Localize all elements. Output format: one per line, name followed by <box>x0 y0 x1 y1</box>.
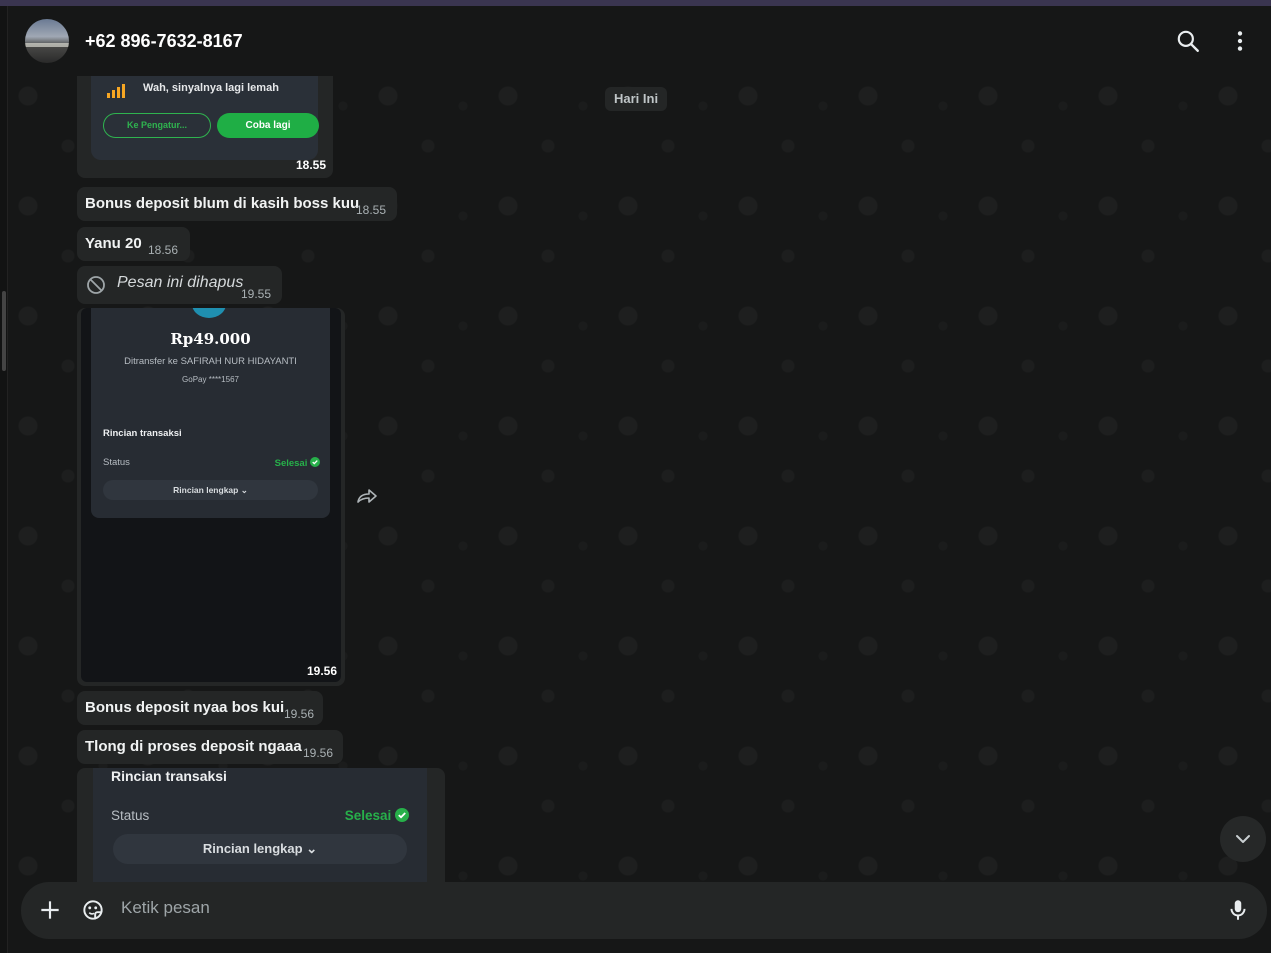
more-vertical-icon[interactable] <box>1227 28 1253 54</box>
status-text: Selesai <box>344 808 392 823</box>
image-content: Rp49.000 Ditransfer ke SAFIRAH NUR HIDAY… <box>81 308 341 682</box>
scroll-to-bottom-button[interactable] <box>1220 816 1266 862</box>
chevron-down-icon: ⌄ <box>240 485 248 495</box>
receipt-detail-label: Rincian lengkap <box>202 841 303 856</box>
wallet-logo-icon <box>192 308 226 318</box>
receipt-section-title: Rincian transaksi <box>111 768 227 784</box>
receipt-section-title: Rincian transaksi <box>103 428 182 439</box>
chat-area[interactable]: Hari Ini Wah, sinyalnya lagi lemah Ke Pe… <box>8 76 1271 882</box>
sticker-icon[interactable] <box>80 897 106 923</box>
message-time: 19.56 <box>303 746 334 760</box>
image-message[interactable]: Rp49.000 Ditransfer ke SAFIRAH NUR HIDAY… <box>77 308 345 686</box>
message-composer <box>8 882 1271 953</box>
chevron-down-icon <box>1236 835 1250 843</box>
plus-icon[interactable] <box>37 897 63 923</box>
message-time: 19.56 <box>284 707 315 721</box>
message-text: Bonus deposit nyaa bos kui <box>85 699 285 716</box>
signal-icon <box>107 84 125 98</box>
image-retry-button: Coba lagi <box>217 113 319 138</box>
receipt-status-value: Selesai <box>345 808 409 823</box>
image-message[interactable]: Wah, sinyalnya lagi lemah Ke Pengatur...… <box>77 76 333 178</box>
message-time: 19.55 <box>241 287 272 301</box>
receipt-card: Rp49.000 Ditransfer ke SAFIRAH NUR HIDAY… <box>91 308 330 518</box>
receipt-status-value: Selesai <box>275 457 320 469</box>
blocked-icon <box>87 276 105 294</box>
receipt-amount: Rp49.000 <box>170 330 251 348</box>
sidebar-scroll-thumb[interactable] <box>2 291 6 371</box>
chevron-down-icon: ⌄ <box>306 841 318 856</box>
message-time: 18.55 <box>295 158 326 172</box>
image-settings-button: Ke Pengatur... <box>103 113 211 138</box>
receipt-detail-button: Rincian lengkap ⌄ <box>103 480 318 500</box>
message-input-bar[interactable] <box>21 882 1267 939</box>
text-message[interactable]: Yanu 20 18.56 <box>77 227 190 261</box>
message-time: 18.55 <box>356 203 387 217</box>
image-content: Rincian transaksi Status Selesai Rincian… <box>93 768 427 882</box>
message-text: Pesan ini dihapus <box>117 274 244 291</box>
message-input[interactable] <box>121 898 1201 918</box>
text-message[interactable]: Bonus deposit nyaa bos kui 19.56 <box>77 691 323 725</box>
receipt-detail-button: Rincian lengkap ⌄ <box>113 834 407 864</box>
avatar[interactable] <box>25 19 69 63</box>
message-time: 19.56 <box>306 664 337 678</box>
text-message[interactable]: Tlong di proses deposit ngaaa 19.56 <box>77 730 343 764</box>
forward-icon[interactable] <box>356 488 378 506</box>
image-content: Wah, sinyalnya lagi lemah Ke Pengatur...… <box>91 76 319 160</box>
image-warning-text: Wah, sinyalnya lagi lemah <box>143 82 279 94</box>
deleted-message[interactable]: Pesan ini dihapus 19.55 <box>77 266 282 304</box>
message-text: Yanu 20 <box>85 235 142 252</box>
chat-header: +62 896-7632-8167 <box>8 6 1271 76</box>
check-circle-icon <box>310 457 320 467</box>
status-text: Selesai <box>274 458 308 469</box>
microphone-icon[interactable] <box>1225 897 1251 923</box>
image-message[interactable]: Rincian transaksi Status Selesai Rincian… <box>77 768 445 882</box>
receipt-recipient: Ditransfer ke SAFIRAH NUR HIDAYANTI <box>124 356 297 367</box>
message-text: Tlong di proses deposit ngaaa <box>85 738 302 755</box>
receipt-status-label: Status <box>103 457 130 468</box>
contact-name[interactable]: +62 896-7632-8167 <box>85 31 243 52</box>
receipt-detail-label: Rincian lengkap <box>173 485 239 495</box>
left-sidebar-strip <box>0 6 8 953</box>
check-circle-icon <box>395 808 409 822</box>
message-time: 18.56 <box>148 243 179 257</box>
date-separator: Hari Ini <box>605 87 668 111</box>
receipt-status-row: Status Selesai <box>103 457 320 469</box>
receipt-status-row: Status Selesai <box>111 808 409 823</box>
message-text: Bonus deposit blum di kasih boss kuu <box>85 195 360 212</box>
receipt-status-label: Status <box>111 808 150 823</box>
receipt-account: GoPay ****1567 <box>182 375 239 384</box>
search-icon[interactable] <box>1175 28 1201 54</box>
text-message[interactable]: Bonus deposit blum di kasih boss kuu 18.… <box>77 187 397 221</box>
